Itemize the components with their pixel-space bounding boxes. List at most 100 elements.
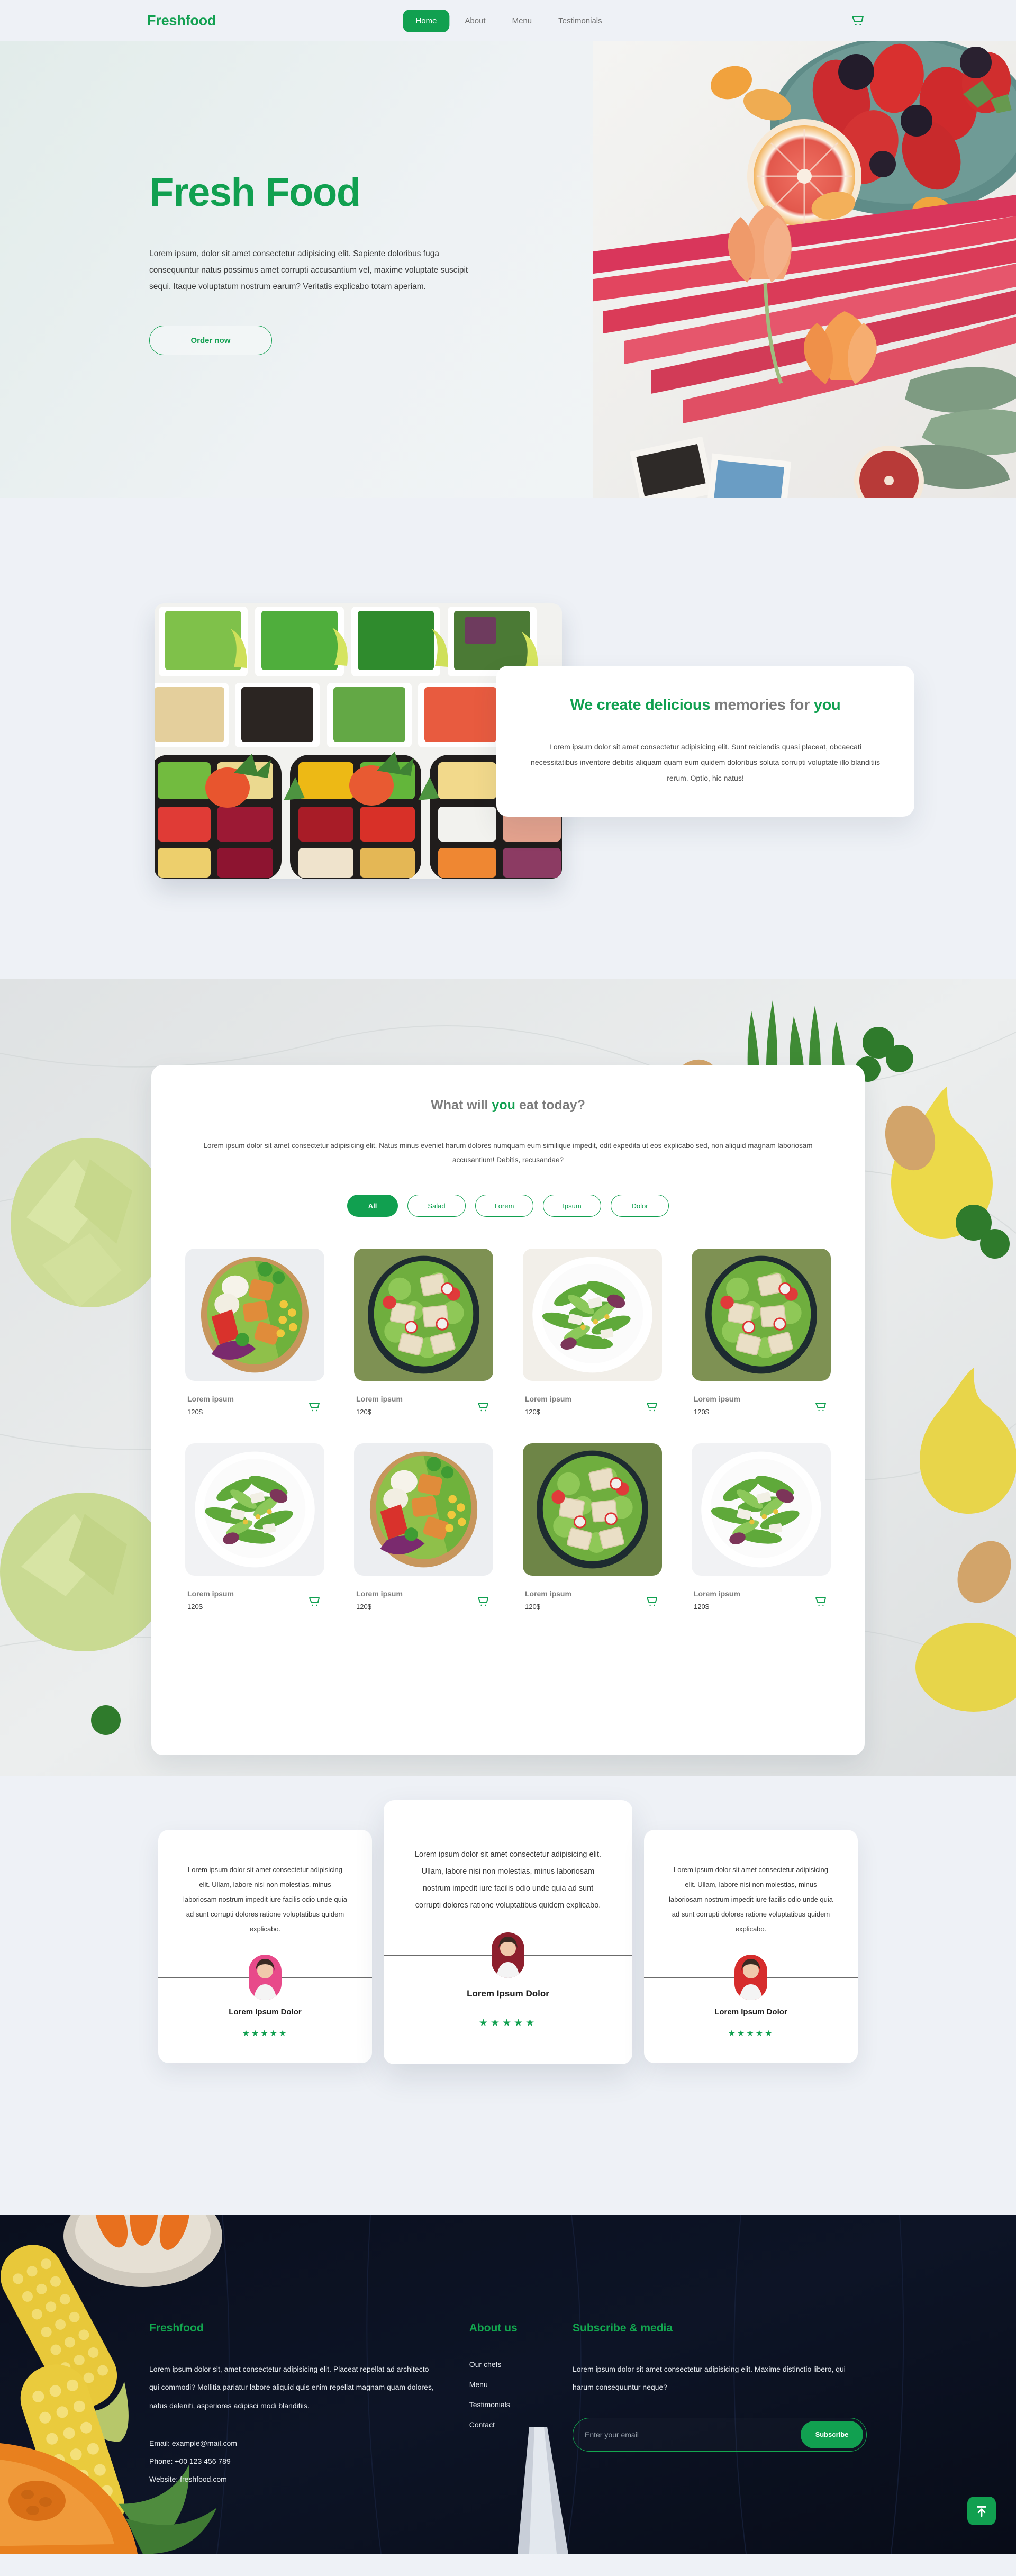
order-now-button[interactable]: Order now [149,326,272,355]
nav-item-about[interactable]: About [453,10,496,32]
nav-item-home[interactable]: Home [403,9,450,32]
footer-link-menu[interactable]: Menu [469,2380,573,2389]
menu-item-price: 120$ [356,1603,371,1611]
menu-item-card[interactable]: Lorem ipsum 120$ [523,1443,662,1611]
menu-item-price: 120$ [525,1603,540,1611]
about-heading-part-memories: memories for [710,697,814,713]
menu-heading: What will you eat today? [185,1098,831,1113]
menu-heading-part1: What will [431,1098,492,1113]
nav-item-testimonials[interactable]: Testimonials [547,10,613,32]
footer-subscribe-column: Subscribe & media Lorem ipsum dolor sit … [573,2322,867,2483]
filter-salad[interactable]: Salad [407,1195,466,1217]
menu-item-price: 120$ [694,1603,709,1611]
testimonial-card: Lorem ipsum dolor sit amet consectetur a… [644,1830,858,2063]
menu-item-meta: Lorem ipsum 120$ [185,1395,324,1416]
about-description: Lorem ipsum dolor sit amet consectetur a… [531,743,880,782]
testimonials-list: Lorem ipsum dolor sit amet consectetur a… [151,1800,865,2064]
about-section: We create delicious memories for you Lor… [0,498,1016,979]
menu-grid: Lorem ipsum 120$ Lorem ipsum 120$ Lorem … [185,1249,831,1611]
menu-item-card[interactable]: Lorem ipsum 120$ [354,1443,493,1611]
menu-description: Lorem ipsum dolor sit amet consectetur a… [203,1142,813,1164]
menu-item-meta: Lorem ipsum 120$ [523,1589,662,1611]
footer-about-heading: About us [469,2322,518,2334]
menu-item-image [692,1443,831,1576]
menu-item-card[interactable]: Lorem ipsum 120$ [185,1443,324,1611]
avatar [492,1932,524,1978]
testimonial-avatar-row [158,1954,372,2000]
page-title: Fresh Food [149,170,361,215]
add-to-cart-icon[interactable] [475,1594,491,1610]
add-to-cart-icon[interactable] [644,1399,660,1415]
add-to-cart-icon[interactable] [306,1594,322,1610]
add-to-cart-icon[interactable] [475,1399,491,1415]
menu-item-image [185,1249,324,1381]
site-header: Freshfood Home About Menu Testimonials [0,0,1016,41]
menu-item-card[interactable]: Lorem ipsum 120$ [185,1249,324,1416]
about-heading-highlight-you: you [813,697,841,713]
menu-item-meta: Lorem ipsum 120$ [354,1589,493,1611]
arrow-up-icon[interactable] [967,2497,996,2525]
subscribe-button[interactable]: Subscribe [801,2420,863,2448]
add-to-cart-icon[interactable] [644,1594,660,1610]
about-heading: We create delicious memories for you [529,697,882,714]
footer-link-our-chefs[interactable]: Our chefs [469,2360,573,2369]
primary-nav: Home About Menu Testimonials [403,9,613,32]
footer-contact-block: Email: example@mail.com Phone: +00 123 4… [149,2439,439,2483]
menu-card: What will you eat today? Lorem ipsum dol… [151,1065,865,1755]
footer-brand-heading: Freshfood [149,2322,204,2334]
rating-stars: ★★★★★ [728,2029,774,2038]
menu-item-meta: Lorem ipsum 120$ [692,1395,831,1416]
footer-link-testimonials[interactable]: Testimonials [469,2400,573,2409]
filter-ipsum[interactable]: Ipsum [543,1195,601,1217]
filter-lorem[interactable]: Lorem [475,1195,533,1217]
menu-item-image [523,1443,662,1576]
testimonial-avatar-row [384,1932,632,1978]
menu-item-name: Lorem ipsum [356,1395,403,1403]
nav-item-menu[interactable]: Menu [501,10,543,32]
testimonial-card: Lorem ipsum dolor sit amet consectetur a… [158,1830,372,2063]
menu-item-image [354,1249,493,1381]
menu-item-price: 120$ [187,1408,203,1416]
menu-item-image [692,1249,831,1381]
hero-copy: Fresh Food Lorem ipsum, dolor sit amet c… [149,173,498,355]
footer-link-contact[interactable]: Contact [469,2420,573,2429]
menu-item-meta: Lorem ipsum 120$ [523,1395,662,1416]
menu-item-image [523,1249,662,1381]
menu-item-price: 120$ [356,1408,371,1416]
about-heading-part-we-create: We create [570,697,646,713]
add-to-cart-icon[interactable] [813,1594,829,1610]
testimonial-avatar-row [644,1954,858,2000]
landing-page: Freshfood Home About Menu Testimonials F… [0,0,1016,2554]
add-to-cart-icon[interactable] [306,1399,322,1415]
menu-item-name: Lorem ipsum [525,1589,572,1598]
menu-heading-part2: eat today? [515,1098,585,1113]
testimonial-name: Lorem Ipsum Dolor [467,1988,549,1999]
menu-item-card[interactable]: Lorem ipsum 120$ [354,1249,493,1416]
testimonial-quote: Lorem ipsum dolor sit amet consectetur a… [669,1866,833,1933]
footer-content: Freshfood Lorem ipsum dolor sit, amet co… [0,2215,1016,2483]
footer-brand-text: Lorem ipsum dolor sit, amet consectetur … [149,2365,434,2410]
hero-image [593,41,1016,498]
menu-item-card[interactable]: Lorem ipsum 120$ [692,1443,831,1611]
menu-item-name: Lorem ipsum [187,1589,234,1598]
testimonial-name: Lorem Ipsum Dolor [714,2007,787,2017]
footer-phone: Phone: +00 123 456 789 [149,2456,231,2465]
email-input[interactable] [585,2430,801,2439]
avatar [734,1954,767,2000]
menu-item-name: Lorem ipsum [187,1395,234,1403]
menu-item-price: 120$ [694,1408,709,1416]
hero-description: Lorem ipsum, dolor sit amet consectetur … [149,249,468,291]
testimonial-quote: Lorem ipsum dolor sit amet consectetur a… [183,1866,347,1933]
testimonials-section: Lorem ipsum dolor sit amet consectetur a… [0,1776,1016,2215]
add-to-cart-icon[interactable] [813,1399,829,1415]
menu-item-card[interactable]: Lorem ipsum 120$ [523,1249,662,1416]
menu-filter-group: All Salad Lorem Ipsum Dolor [185,1195,831,1217]
testimonial-card: Lorem ipsum dolor sit amet consectetur a… [384,1800,632,2064]
brand-logo[interactable]: Freshfood [147,13,216,29]
filter-dolor[interactable]: Dolor [611,1195,669,1217]
shopping-cart-icon[interactable] [849,12,867,30]
hero-section: Fresh Food Lorem ipsum, dolor sit amet c… [0,41,1016,498]
menu-item-meta: Lorem ipsum 120$ [692,1589,831,1611]
filter-all[interactable]: All [347,1195,398,1217]
menu-item-card[interactable]: Lorem ipsum 120$ [692,1249,831,1416]
